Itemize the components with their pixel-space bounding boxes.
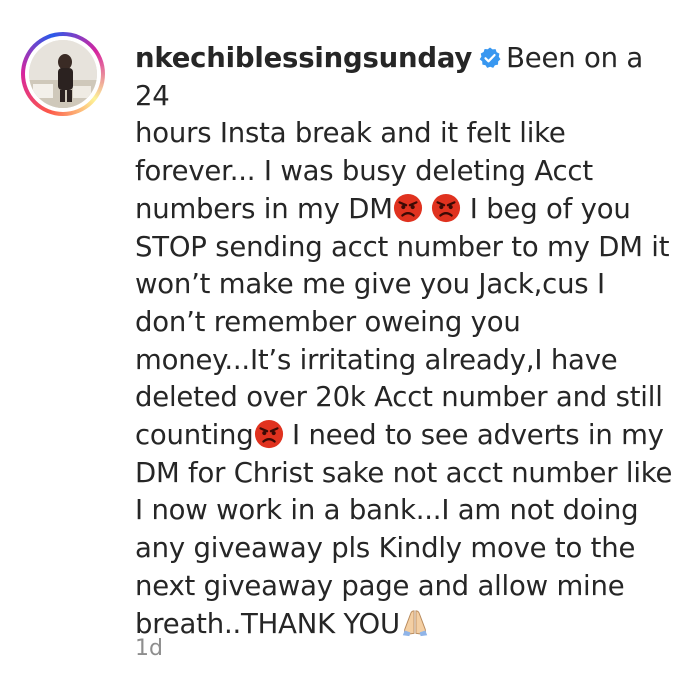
comment-caption: nkechiblessingsunday Been on a 24 hours I…: [135, 40, 680, 643]
username-link[interactable]: nkechiblessingsunday: [135, 42, 472, 74]
angry-face-emoji: [254, 419, 283, 449]
verified-badge-icon: [479, 47, 501, 68]
comment-timestamp[interactable]: 1d: [135, 636, 163, 661]
caption-text-part-2: I beg of you STOP sending acct number to…: [135, 192, 670, 452]
caption-text-part-3: I need to see adverts in my DM for Chris…: [135, 419, 673, 640]
avatar-story-ring[interactable]: [21, 32, 105, 116]
avatar[interactable]: [29, 40, 97, 108]
avatar-photo: [29, 40, 97, 108]
folded-hands-emoji: [402, 609, 428, 636]
instagram-comment: nkechiblessingsunday Been on a 24 hours I…: [0, 0, 700, 685]
angry-face-emoji: [432, 193, 461, 222]
angry-face-emoji: [393, 193, 422, 222]
